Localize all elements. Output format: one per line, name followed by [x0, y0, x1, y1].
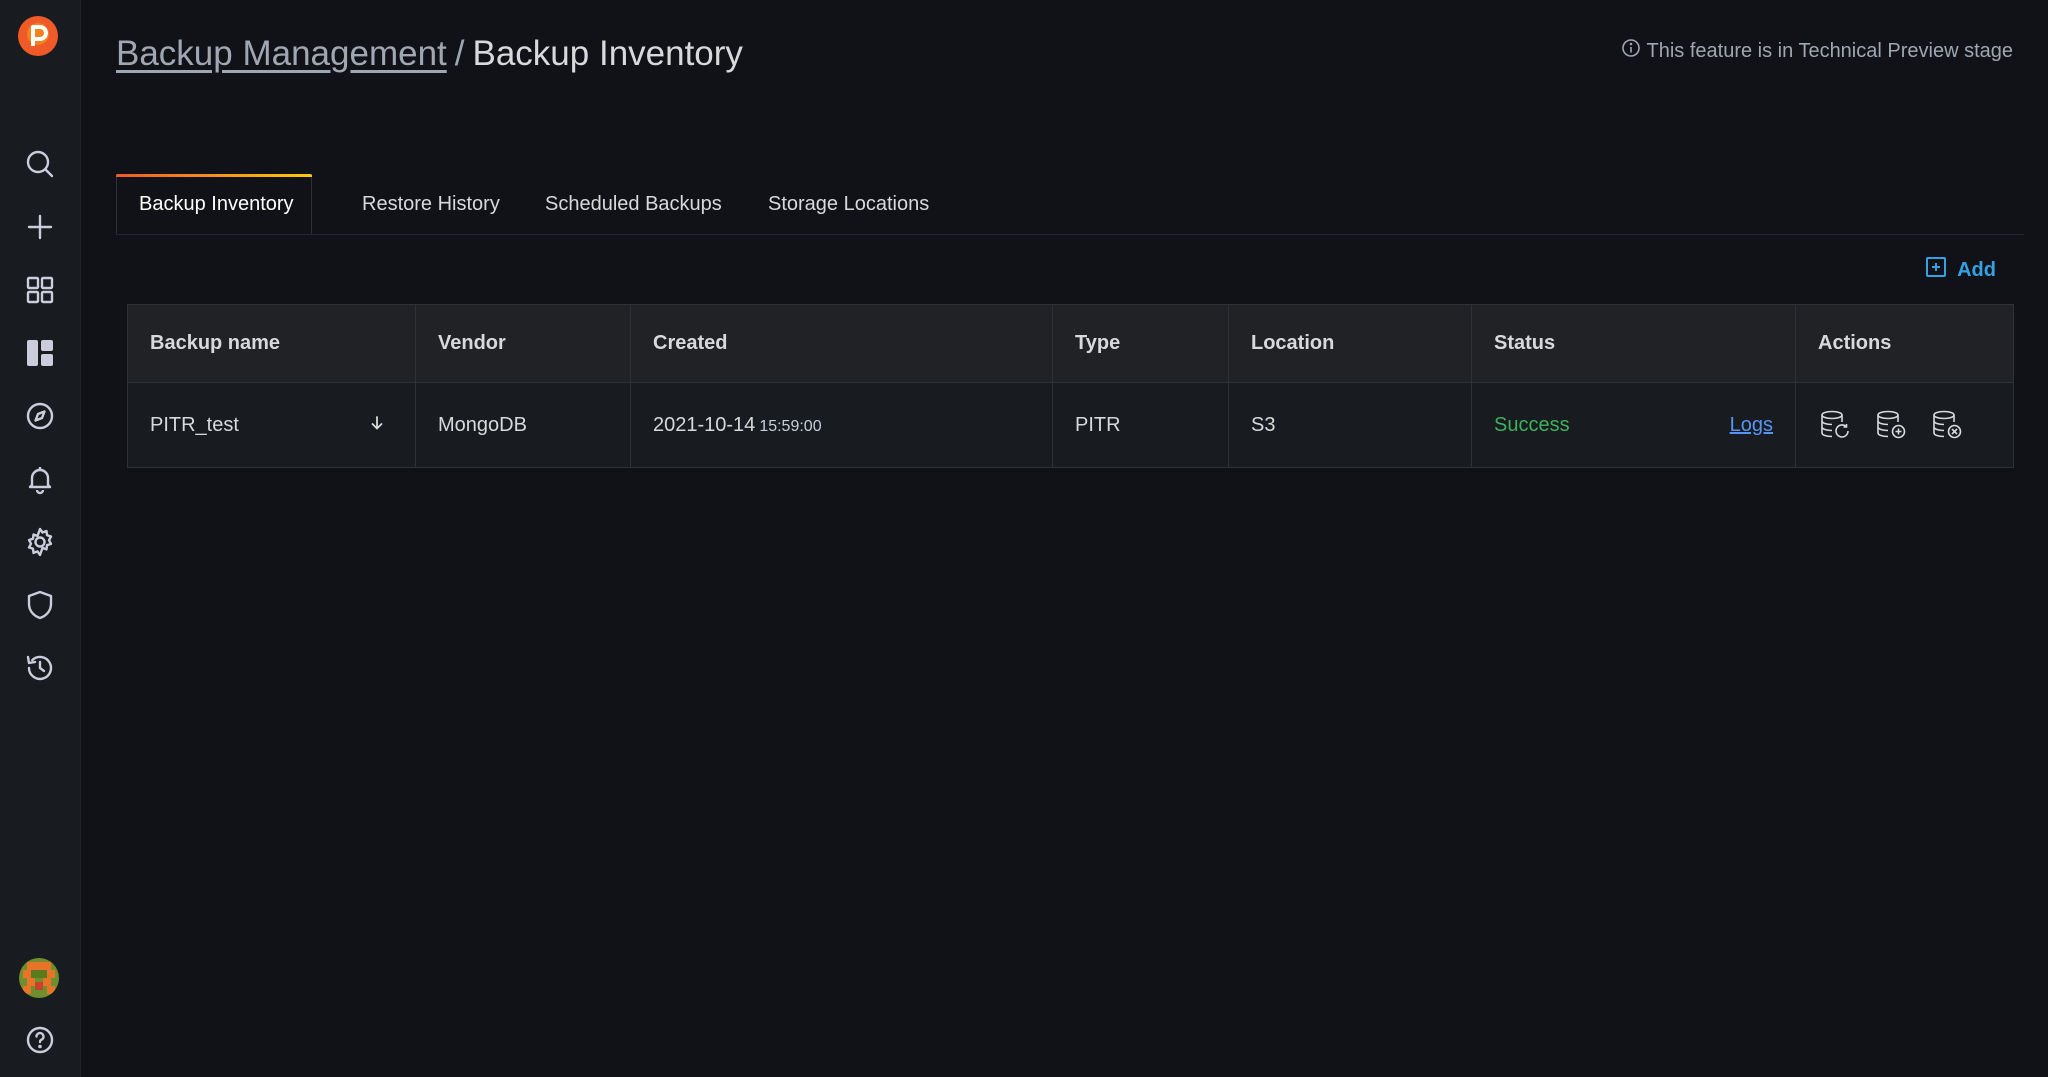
- restore-database-icon[interactable]: [1818, 408, 1852, 442]
- cell-created: 2021-10-14 15:59:00: [630, 382, 1053, 468]
- panels-icon[interactable]: [20, 333, 60, 373]
- add-button[interactable]: Add: [1925, 256, 1996, 284]
- tab-backup-inventory[interactable]: Backup Inventory: [116, 174, 312, 234]
- main-content: Backup Management / Backup Inventory This …: [80, 0, 2048, 1077]
- tab-bar: Backup Inventory Restore History Schedul…: [116, 174, 2024, 235]
- info-icon: [1621, 38, 1641, 64]
- status-badge: Success: [1494, 413, 1570, 436]
- plus-icon[interactable]: [20, 207, 60, 247]
- cell-actions: [1795, 382, 2014, 468]
- backup-name: PITR_test: [150, 413, 239, 436]
- explore-icon[interactable]: [20, 396, 60, 436]
- shield-icon[interactable]: [20, 585, 60, 625]
- breadcrumb-backup-management[interactable]: Backup Management: [116, 34, 447, 73]
- cell-type: PITR: [1052, 382, 1229, 468]
- cell-location: S3: [1228, 382, 1472, 468]
- tab-scheduled-backups[interactable]: Scheduled Backups: [523, 174, 744, 234]
- column-header-vendor[interactable]: Vendor: [415, 304, 631, 383]
- help-icon[interactable]: [20, 1020, 60, 1060]
- sidebar: [0, 0, 81, 1077]
- history-icon[interactable]: [20, 648, 60, 688]
- search-icon[interactable]: [20, 144, 60, 184]
- add-database-icon[interactable]: [1874, 408, 1908, 442]
- cell-vendor: MongoDB: [415, 382, 631, 468]
- column-header-actions: Actions: [1795, 304, 2014, 383]
- bell-icon[interactable]: [20, 459, 60, 499]
- cell-backup-name: PITR_test: [127, 382, 416, 468]
- column-header-status[interactable]: Status: [1471, 304, 1796, 383]
- dashboards-icon[interactable]: [20, 270, 60, 310]
- logo-icon[interactable]: [16, 14, 60, 58]
- avatar[interactable]: [19, 958, 59, 998]
- gear-icon[interactable]: [20, 522, 60, 562]
- preview-notice-text: This feature is in Technical Preview sta…: [1646, 39, 2013, 62]
- tab-restore-history[interactable]: Restore History: [340, 174, 522, 234]
- backup-inventory-table: Backup name Vendor Created Type Location…: [127, 304, 2014, 468]
- logs-link[interactable]: Logs: [1730, 414, 1773, 437]
- add-square-icon: [1925, 256, 1947, 284]
- breadcrumb-separator: /: [454, 34, 465, 73]
- technical-preview-notice: This feature is in Technical Preview sta…: [1621, 38, 2013, 64]
- column-header-location[interactable]: Location: [1228, 304, 1472, 383]
- breadcrumb: Backup Management / Backup Inventory: [116, 34, 743, 74]
- table-row: PITR_test MongoDB 2021-10-14 15:59:00 PIT…: [127, 382, 2014, 468]
- column-header-backup-name[interactable]: Backup name: [127, 304, 416, 383]
- tab-storage-locations[interactable]: Storage Locations: [746, 174, 951, 234]
- created-time: 15:59:00: [759, 417, 822, 435]
- column-header-created[interactable]: Created: [630, 304, 1053, 383]
- expand-arrow-icon[interactable]: [369, 415, 393, 436]
- column-header-type[interactable]: Type: [1052, 304, 1229, 383]
- cell-status: Success Logs: [1471, 382, 1796, 468]
- page-title: Backup Inventory: [472, 34, 743, 73]
- delete-database-icon[interactable]: [1930, 408, 1964, 442]
- table-header-row: Backup name Vendor Created Type Location…: [127, 304, 2014, 383]
- add-label: Add: [1957, 258, 1996, 281]
- created-date: 2021-10-14: [653, 413, 756, 436]
